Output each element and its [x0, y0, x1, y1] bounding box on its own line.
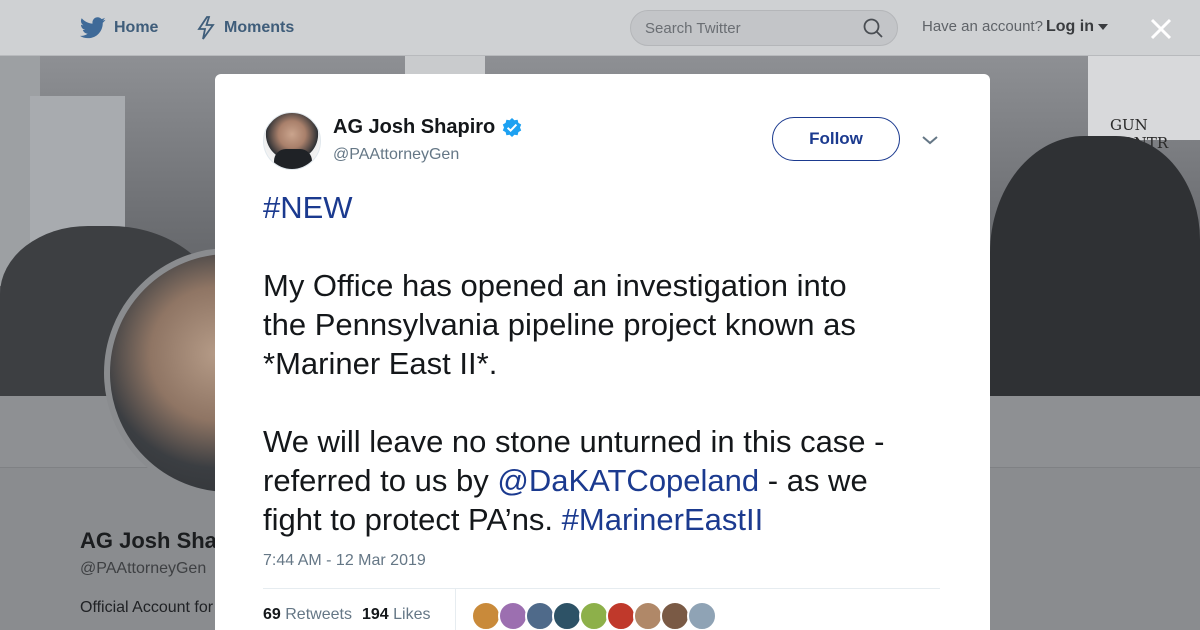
- profile-name: AG Josh Shapiro: [80, 528, 220, 553]
- liker-avatar[interactable]: [606, 601, 636, 630]
- tweet-line: *Mariner East II*.: [263, 346, 498, 381]
- retweets-count: 69: [263, 606, 281, 623]
- liker-avatar[interactable]: [498, 601, 528, 630]
- liker-avatar[interactable]: [525, 601, 555, 630]
- close-icon[interactable]: [1144, 12, 1178, 46]
- nav-home[interactable]: Home: [80, 16, 158, 40]
- search-icon[interactable]: [863, 18, 883, 38]
- nav-home-label: Home: [114, 19, 159, 36]
- likers-avatars: [471, 601, 717, 630]
- retweets-label: Retweets: [285, 606, 352, 623]
- liker-avatar[interactable]: [579, 601, 609, 630]
- avatar-suit-shape: [274, 149, 312, 169]
- liker-avatar[interactable]: [633, 601, 663, 630]
- lightning-bolt-icon: [197, 16, 215, 40]
- search-box[interactable]: [630, 10, 898, 46]
- nav-moments-label: Moments: [224, 19, 295, 36]
- tweet-author-handle[interactable]: @PAAttorneyGen: [333, 146, 459, 164]
- tweet-line: My Office has opened an investigation in…: [263, 268, 847, 303]
- hashtag-link[interactable]: #MarinerEastII: [562, 502, 764, 537]
- account-prompt: Have an account?: [922, 18, 1043, 35]
- tweet-line: We will leave no stone unturned in this …: [263, 424, 885, 459]
- tweet-stats: 69 Retweets 194 Likes: [263, 606, 430, 624]
- search-input[interactable]: [645, 19, 863, 37]
- tweet-line: fight to protect PA’ns. #MarinerEastII: [263, 500, 953, 539]
- banner-crowd-right: [990, 136, 1200, 396]
- twitter-bird-icon: [80, 17, 106, 39]
- tweet-text-segment: referred to us by: [263, 463, 498, 498]
- tweet-author-name[interactable]: AG Josh Shapiro: [333, 116, 523, 139]
- author-name-text: AG Josh Shapiro: [333, 116, 496, 138]
- caret-down-icon: [1098, 23, 1109, 30]
- liker-avatar[interactable]: [687, 601, 717, 630]
- tweet-line: the Pennsylvania pipeline project known …: [263, 307, 856, 342]
- hashtag-link[interactable]: #NEW: [263, 190, 353, 225]
- liker-avatar[interactable]: [552, 601, 582, 630]
- likes-count: 194: [361, 606, 389, 623]
- follow-button[interactable]: Follow: [772, 117, 900, 161]
- tweet-author-avatar[interactable]: [263, 112, 321, 170]
- liker-avatar[interactable]: [471, 601, 501, 630]
- likes-stat[interactable]: 194 Likes: [362, 606, 431, 624]
- stats-divider: [455, 589, 456, 630]
- likes-label: Likes: [393, 606, 431, 623]
- profile-bio: Official Account for: [80, 599, 214, 616]
- banner-sign: [405, 56, 485, 74]
- login-label: Log in: [1046, 18, 1094, 35]
- tweet-text: #NEW My Office has opened an investigati…: [263, 188, 953, 539]
- liker-avatar[interactable]: [660, 601, 690, 630]
- nav-moments[interactable]: Moments: [196, 16, 294, 40]
- profile-handle: @PAAttorneyGen: [80, 560, 207, 577]
- tweet-line: referred to us by @DaKATCopeland - as we: [263, 461, 953, 500]
- chevron-down-icon[interactable]: [919, 132, 941, 148]
- login-link[interactable]: Log in: [1046, 18, 1109, 36]
- mention-link[interactable]: @DaKATCopeland: [497, 463, 759, 498]
- tweet-text-segment: - as we: [759, 463, 868, 498]
- top-navigation-bar: Home Moments Have an account? Log in: [0, 0, 1200, 56]
- tweet-text-segment: fight to protect PA’ns.: [263, 502, 562, 537]
- retweets-stat[interactable]: 69 Retweets: [263, 606, 352, 624]
- tweet-timestamp[interactable]: 7:44 AM - 12 Mar 2019: [263, 552, 426, 570]
- tweet-modal: AG Josh Shapiro @PAAttorneyGen Follow #N…: [215, 74, 990, 630]
- divider: [263, 588, 940, 589]
- verified-badge-icon: [503, 117, 522, 137]
